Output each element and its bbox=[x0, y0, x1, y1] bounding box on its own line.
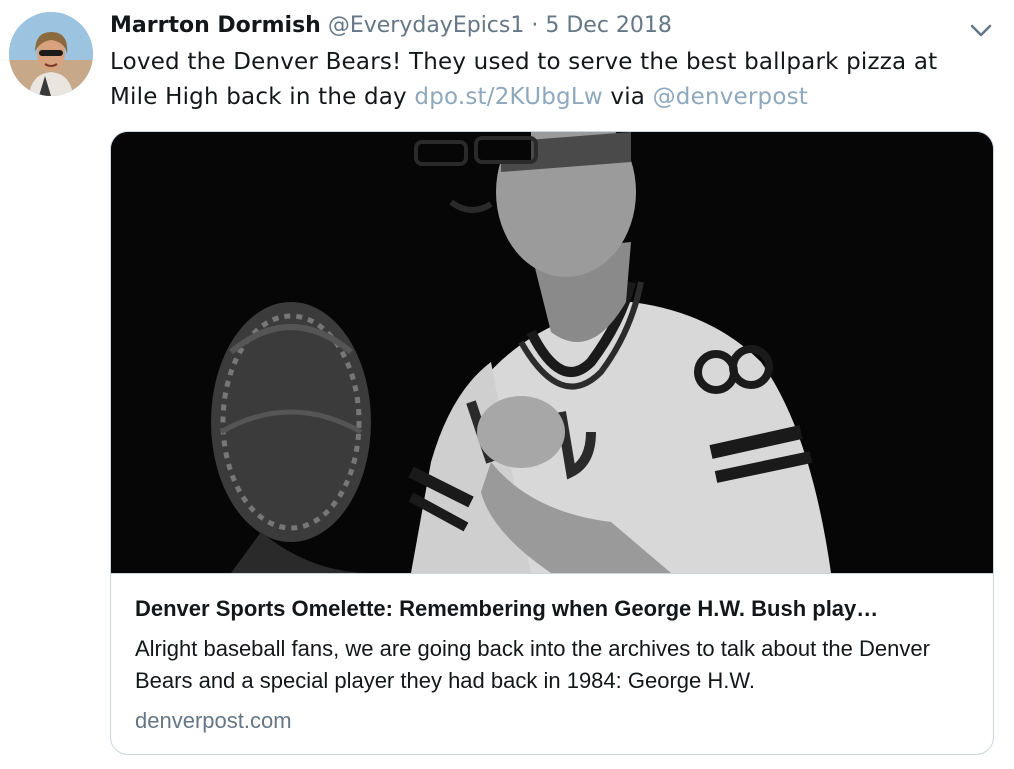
chevron-down-icon[interactable] bbox=[968, 18, 994, 42]
separator-dot: · bbox=[531, 13, 539, 38]
author-avatar[interactable] bbox=[9, 12, 93, 96]
tweet-header: Marrton Dormish @EverydayEpics1 · 5 Dec … bbox=[110, 11, 954, 41]
mention-link[interactable]: @denverpost bbox=[653, 84, 808, 110]
card-domain: denverpost.com bbox=[135, 708, 292, 733]
card-title[interactable]: Denver Sports Omelette: Remembering when… bbox=[135, 594, 971, 624]
tweet-date[interactable]: 5 Dec 2018 bbox=[545, 13, 672, 38]
tweet-text: Loved the Denver Bears! They used to ser… bbox=[110, 45, 990, 115]
author-handle[interactable]: @EverydayEpics1 bbox=[328, 13, 525, 38]
tweet-text-via: via bbox=[602, 84, 653, 110]
card-image[interactable] bbox=[111, 132, 993, 574]
tweet-link[interactable]: dpo.st/2KUbgLw bbox=[414, 84, 603, 110]
author-name[interactable]: Marrton Dormish bbox=[110, 13, 321, 38]
link-card[interactable]: Denver Sports Omelette: Remembering when… bbox=[110, 131, 994, 755]
card-description: Alright baseball fans, we are going back… bbox=[135, 636, 930, 693]
